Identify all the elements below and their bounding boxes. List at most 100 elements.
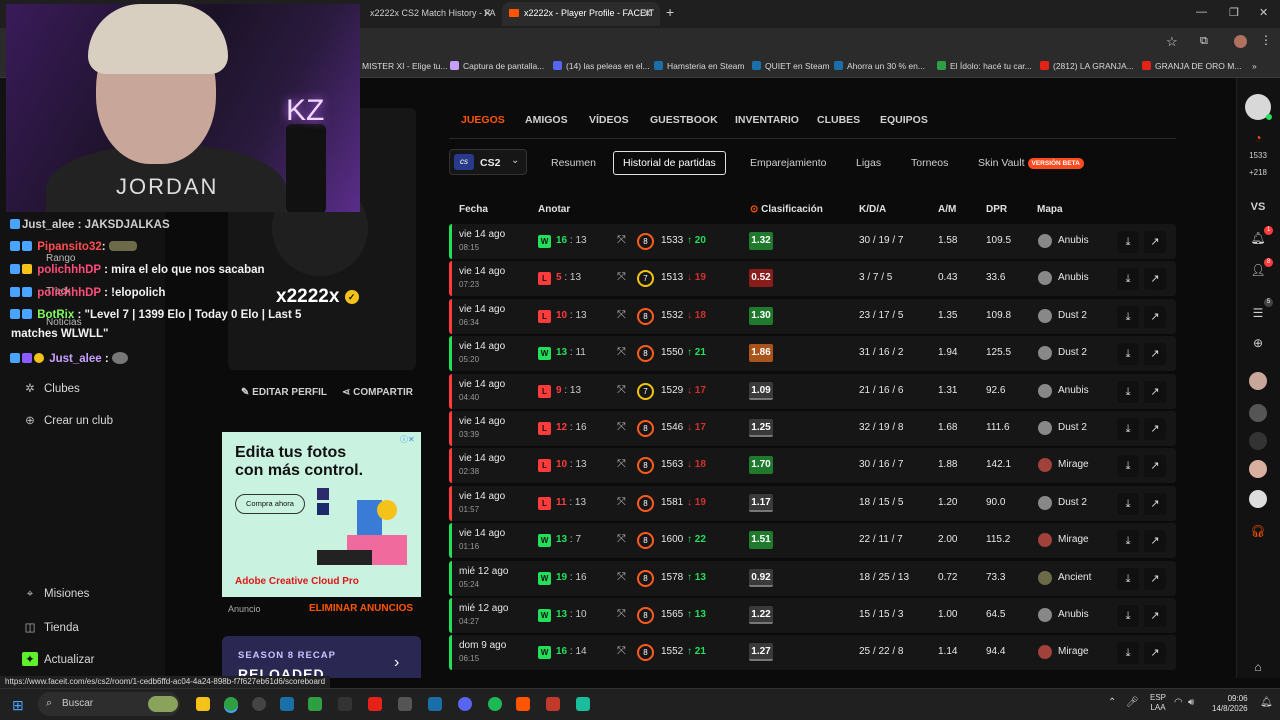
ad-banner[interactable]: Edita tus fotos con más control. Compra … — [222, 432, 421, 597]
open-match-icon[interactable]: ↗ — [1144, 343, 1166, 366]
menu-icon[interactable]: ⋮ — [1260, 33, 1272, 47]
subtab-skin-vault[interactable]: Skin Vault VERSIÓN BETA — [978, 157, 1084, 169]
table-row[interactable]: dom 9 ago 06:15 W 16 : 14 ⤧ 8 1552 ↑ 21 1.27 25 /… — [449, 635, 1176, 671]
tab-games[interactable]: JUEGOS — [461, 114, 505, 126]
tray-chevron-icon[interactable]: ⌃ — [1108, 697, 1116, 708]
bookmark[interactable]: (14) las peleas en el... — [553, 61, 650, 71]
subtab-matchmaking[interactable]: Emparejamiento — [750, 157, 826, 169]
open-match-icon[interactable]: ↗ — [1144, 305, 1166, 328]
table-row[interactable]: vie 14 ago 02:38 L 10 : 13 ⤧ 8 1563 ↓ 18 1.70 30 … — [449, 448, 1176, 484]
add-circle-icon[interactable]: ⊕ — [1246, 336, 1270, 350]
open-match-icon[interactable]: ↗ — [1144, 530, 1166, 553]
nav-missions[interactable]: ⌖ Misiones — [22, 588, 90, 601]
clock[interactable]: 09:06 14/8/2026 — [1212, 694, 1248, 714]
app-icon[interactable] — [546, 697, 560, 711]
epic-icon[interactable] — [338, 697, 352, 711]
download-demo-icon[interactable]: ⤓ — [1117, 455, 1139, 478]
table-row[interactable]: vie 14 ago 07:23 L 5 : 13 ⤧ 7 1513 ↓ 19 0.52 3 / … — [449, 261, 1176, 297]
ad-info-icon[interactable]: ⓘ✕ — [400, 434, 415, 445]
party-icon[interactable]: ☰ — [1246, 306, 1270, 320]
open-match-icon[interactable]: ↗ — [1144, 231, 1166, 253]
tab-videos[interactable]: VÍDEOS — [589, 114, 629, 126]
tab-inventory[interactable]: INVENTARIO — [735, 114, 799, 126]
table-row[interactable]: vie 14 ago 04:40 L 9 : 13 ⤧ 7 1529 ↓ 17 1.09 21 /… — [449, 373, 1176, 409]
minimize-icon[interactable]: — — [1196, 6, 1207, 18]
obs-icon[interactable] — [252, 697, 266, 711]
bookmark[interactable]: El Ídolo: hacé tu car... — [937, 61, 1032, 71]
download-demo-icon[interactable]: ⤓ — [1117, 605, 1139, 627]
taskbar-search[interactable]: ⌕ Buscar — [38, 692, 180, 716]
friend-avatar[interactable] — [1249, 432, 1267, 450]
nav-create-club[interactable]: ⊕ Crear un club — [22, 413, 113, 427]
friend-avatar[interactable] — [1249, 460, 1267, 478]
microphone-tray-icon[interactable]: 🎤︎ — [1126, 697, 1139, 708]
close-window-icon[interactable]: ✕ — [1259, 6, 1268, 19]
download-demo-icon[interactable]: ⤓ — [1117, 343, 1139, 366]
browser-tab[interactable]: x2222x CS2 Match History - FA ✕ — [360, 2, 500, 26]
steam-icon[interactable] — [428, 697, 442, 711]
friend-avatar[interactable] — [1249, 404, 1267, 422]
download-demo-icon[interactable]: ⤓ — [1117, 380, 1139, 403]
download-demo-icon[interactable]: ⤓ — [1117, 231, 1139, 253]
table-row[interactable]: vie 14 ago 08:15 W 16 : 13 ⤧ 8 1533 ↑ 20 1.32 30 … — [449, 224, 1176, 259]
download-demo-icon[interactable]: ⤓ — [1117, 492, 1139, 515]
chat-icon[interactable]: ⌂ — [1246, 660, 1270, 674]
notifications-tray-icon[interactable]: 🔔︎ — [1260, 697, 1273, 708]
bookmark[interactable]: MISTER XI - Elige tu... — [362, 61, 448, 71]
chrome-icon[interactable] — [224, 697, 238, 711]
vs-button[interactable]: VS — [1246, 201, 1270, 213]
download-demo-icon[interactable]: ⤓ — [1117, 642, 1139, 665]
download-demo-icon[interactable]: ⤓ — [1117, 418, 1139, 440]
profile-avatar-icon[interactable] — [1234, 35, 1247, 48]
download-demo-icon[interactable]: ⤓ — [1117, 567, 1139, 590]
faceit-icon[interactable] — [516, 697, 530, 711]
open-match-icon[interactable]: ↗ — [1144, 418, 1166, 440]
bookmark[interactable]: Captura de pantalla... — [450, 61, 544, 71]
friend-avatar[interactable] — [1249, 490, 1267, 508]
open-match-icon[interactable]: ↗ — [1144, 567, 1166, 590]
bookmark-star-icon[interactable]: ☆ — [1166, 34, 1178, 50]
language-indicator[interactable]: ESP LAA — [1150, 693, 1166, 713]
restore-icon[interactable]: ❐ — [1229, 6, 1239, 19]
subtab-leagues[interactable]: Ligas — [856, 157, 881, 169]
bookmark[interactable]: GRANJA DE ORO M... — [1142, 61, 1241, 71]
bookmark[interactable]: (2812) LA GRANJA... — [1040, 61, 1134, 71]
new-tab-icon[interactable]: + — [666, 4, 674, 20]
windows-start-icon[interactable]: ⊞ — [12, 697, 24, 714]
volume-icon[interactable]: 🔊︎ — [1188, 697, 1194, 708]
table-row[interactable]: vie 14 ago 01:57 L 11 : 13 ⤧ 8 1581 ↓ 19 1.17 18 … — [449, 485, 1176, 521]
nav-rank[interactable]: Rango — [46, 253, 75, 264]
nav-clubs[interactable]: ✲ Clubes — [22, 381, 80, 395]
season-recap-banner[interactable]: SEASON 8 RECAP RELOADED › — [222, 636, 421, 682]
open-match-icon[interactable]: ↗ — [1144, 380, 1166, 403]
tab-teams[interactable]: EQUIPOS — [880, 114, 928, 126]
share-button[interactable]: ⋖ COMPARTIR — [342, 387, 413, 398]
close-tab-icon[interactable]: ✕ — [643, 7, 652, 20]
steam-icon[interactable] — [280, 697, 294, 711]
bookmark[interactable]: Hamsteria en Steam — [654, 61, 744, 71]
discord-icon[interactable] — [458, 697, 472, 711]
more-bookmarks-icon[interactable]: » — [1252, 61, 1257, 71]
table-row[interactable]: vie 14 ago 03:39 L 12 : 16 ⤧ 8 1546 ↓ 17 1.25 32 … — [449, 411, 1176, 446]
bookmark[interactable]: Ahorra un 30 % en... — [834, 61, 925, 71]
tab-friends[interactable]: AMIGOS — [525, 114, 568, 126]
subtab-summary[interactable]: Resumen — [551, 157, 596, 169]
subtab-tournaments[interactable]: Torneos — [911, 157, 948, 169]
app-icon[interactable] — [368, 697, 382, 711]
audio-app-icon[interactable] — [576, 697, 590, 711]
nav-shop[interactable]: ◫ Tienda — [22, 620, 79, 634]
file-explorer-icon[interactable] — [196, 697, 210, 711]
open-match-icon[interactable]: ↗ — [1144, 268, 1166, 291]
tab-guestbook[interactable]: GUESTBOOK — [650, 114, 718, 126]
download-demo-icon[interactable]: ⤓ — [1117, 530, 1139, 553]
open-match-icon[interactable]: ↗ — [1144, 492, 1166, 515]
headset-icon[interactable]: 🎧︎ — [1246, 524, 1270, 538]
tab-clubs[interactable]: CLUBES — [817, 114, 860, 126]
edit-profile-button[interactable]: ✎ EDITAR PERFIL — [241, 387, 327, 398]
bookmark[interactable]: QUIET en Steam — [752, 61, 830, 71]
game-selector[interactable]: cs CS2 ⌄ — [449, 149, 527, 175]
download-demo-icon[interactable]: ⤓ — [1117, 305, 1139, 328]
table-row[interactable]: mié 12 ago 04:27 W 13 : 10 ⤧ 8 1565 ↑ 13 1.22 15 … — [449, 598, 1176, 633]
friend-avatar[interactable] — [1249, 372, 1267, 390]
table-row[interactable]: vie 14 ago 05:20 W 13 : 11 ⤧ 8 1550 ↑ 21 1.86 31 … — [449, 336, 1176, 372]
